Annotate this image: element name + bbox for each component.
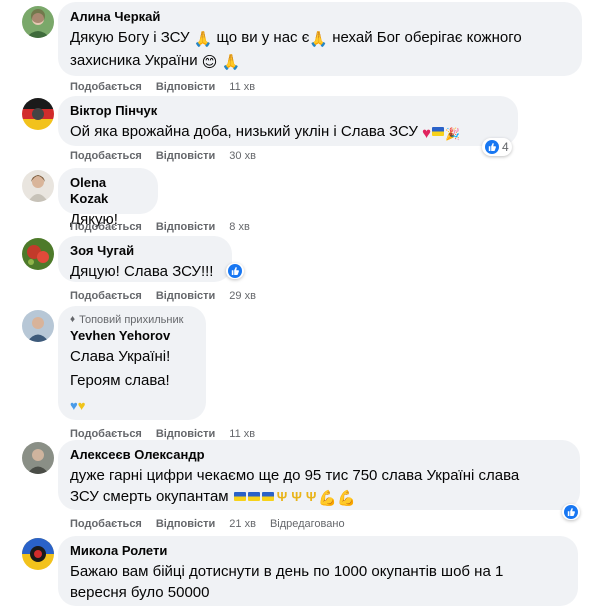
like-action[interactable]: Подобається <box>70 220 142 234</box>
reply-action[interactable]: Відповісти <box>156 427 215 441</box>
comment-time[interactable]: 30 хв <box>229 149 256 163</box>
party-popper-icon: 🎉 <box>444 127 460 141</box>
comment-author[interactable]: Віктор Пінчук <box>70 103 506 119</box>
comment-bubble: Микола Ролети Бажаю вам бійці дотиснути … <box>58 536 578 606</box>
comment-text: Дякую Богу і ЗСУ 🙏 що ви у нас є🙏 нехай … <box>70 27 570 73</box>
ukraine-flag-icon <box>431 127 444 136</box>
trident-icon: Ψ <box>305 489 317 504</box>
comment-text-part: що ви у нас є <box>216 29 310 46</box>
comment-author[interactable]: Микола Ролети <box>70 543 566 559</box>
comment-bubble: Зоя Чугай Дяцую! Слава ЗСУ!!! <box>58 236 232 282</box>
avatar-image-icon <box>22 98 54 130</box>
comment-text: Ой яка врожайна доба, низький уклін і Сл… <box>70 121 506 145</box>
reply-action[interactable]: Відповісти <box>156 149 215 163</box>
like-reaction-icon <box>564 505 578 519</box>
like-action[interactable]: Подобається <box>70 289 142 303</box>
comment-actions: Подобається Відповісти 8 хв <box>70 220 264 234</box>
trident-icon: Ψ <box>291 489 302 504</box>
like-action[interactable]: Подобається <box>70 517 142 531</box>
comment-time[interactable]: 11 хв <box>229 80 255 94</box>
comment-text-line: дуже гарні цифри чекаємо ще до 95 тис 75… <box>70 467 520 484</box>
comment-text-line: ЗСУ смерть окупантам Ψ Ψ Ψ 💪💪 <box>70 486 568 509</box>
reply-action[interactable]: Відповісти <box>156 289 215 303</box>
comment-author[interactable]: Алина Черкай <box>70 9 570 25</box>
avatar[interactable] <box>22 98 54 130</box>
comment-actions: Подобається Відповісти 21 хв Відредагова… <box>70 517 359 531</box>
like-action[interactable]: Подобається <box>70 149 142 163</box>
trident-icon: Ψ <box>276 489 288 504</box>
avatar[interactable] <box>22 310 54 342</box>
comment-author[interactable]: Зоя Чугай <box>70 243 220 259</box>
heart-icon: ♥ <box>422 125 431 142</box>
comment-text-line: Героям слава! <box>70 372 170 389</box>
comment-bubble: Алина Черкай Дякую Богу і ЗСУ 🙏 що ви у … <box>58 2 582 76</box>
flexed-biceps-icon: 💪 <box>337 490 356 507</box>
badge-label: Топовий прихильник <box>79 314 184 326</box>
yellow-heart-icon: ♥ <box>77 398 86 413</box>
comment-text-part: ЗСУ смерть окупантам <box>70 488 229 505</box>
comment-time[interactable]: 21 хв <box>229 517 256 531</box>
like-action[interactable]: Подобається <box>70 427 142 441</box>
avatar-image-icon <box>22 238 54 270</box>
comment-actions: Подобається Відповісти 29 хв <box>70 289 270 303</box>
praying-hands-icon: 🙏 <box>309 31 329 48</box>
avatar-image-icon <box>22 538 54 570</box>
praying-hands-icon: 🙏 <box>221 54 241 71</box>
avatar[interactable] <box>22 170 54 202</box>
comment-time[interactable]: 29 хв <box>229 289 256 303</box>
ukraine-flag-icon <box>261 492 274 501</box>
praying-hands-icon: 🙏 <box>193 31 213 48</box>
reply-action[interactable]: Відповісти <box>156 80 215 94</box>
reply-action[interactable]: Відповісти <box>156 517 215 531</box>
avatar[interactable] <box>22 538 54 570</box>
comment-text: Дяцую! Слава ЗСУ!!! <box>70 263 214 280</box>
comment-bubble: Olena Kozak Дякую! <box>58 168 158 228</box>
avatar-image-icon <box>22 442 54 474</box>
avatar[interactable] <box>22 6 54 38</box>
comment-text-line: Бажаю вам бійці дотиснути в день по 1000… <box>70 563 504 580</box>
comment-actions: Подобається Відповісти 11 хв <box>70 80 269 94</box>
comment-bubble: Віктор Пінчук Ой яка врожайна доба, низь… <box>58 96 518 146</box>
avatar-image-icon <box>22 170 54 202</box>
like-action[interactable]: Подобається <box>70 80 142 94</box>
avatar[interactable] <box>22 238 54 270</box>
comment-text-line: Слава Україні! <box>70 348 171 365</box>
reaction-count[interactable]: 4 <box>482 138 512 156</box>
hearts-emoji: ♥♥ <box>70 395 194 416</box>
comment-text-part: нехай Бог оберігає кожного <box>332 29 522 46</box>
comment-actions: Подобається Відповісти 11 хв <box>70 427 269 441</box>
reaction-icon-badge[interactable] <box>226 263 244 279</box>
comment-text-part: Ой яка врожайна доба, низький уклін і Сл… <box>70 123 418 140</box>
diamond-icon: ♦ <box>70 314 76 325</box>
comment-author[interactable]: Yevhen Yehorov <box>70 328 194 344</box>
avatar[interactable] <box>22 442 54 474</box>
comment-time[interactable]: 8 хв <box>229 220 250 234</box>
like-reaction-icon <box>485 140 499 154</box>
comment-time[interactable]: 11 хв <box>229 427 255 441</box>
reply-action[interactable]: Відповісти <box>156 220 215 234</box>
flexed-biceps-icon: 💪 <box>318 490 338 507</box>
smile-emoji-icon: 😊 <box>201 54 218 71</box>
comment-author[interactable]: Olena Kozak <box>70 175 146 207</box>
comment-author[interactable]: Алексеєв Олександр <box>70 447 568 463</box>
top-fan-badge: ♦ Топовий прихильник <box>70 313 194 327</box>
comment-text-part: Дякую Богу і ЗСУ <box>70 29 190 46</box>
like-reaction-icon <box>228 264 242 278</box>
reaction-number: 4 <box>502 140 509 154</box>
edited-label[interactable]: Відредаговано <box>270 517 345 531</box>
avatar-image-icon <box>22 6 54 38</box>
comment-actions: Подобається Відповісти 30 хв <box>70 149 270 163</box>
reaction-icon-badge[interactable] <box>562 504 580 520</box>
comment-text-part: захисника України <box>70 52 198 69</box>
comment-bubble: ♦ Топовий прихильник Yevhen Yehorov Слава… <box>58 306 206 420</box>
blue-heart-icon: ♥ <box>70 398 78 413</box>
ukraine-flag-icon <box>247 492 260 501</box>
comment-bubble: Алексеєв Олександр дуже гарні цифри чека… <box>58 440 580 510</box>
avatar-image-icon <box>22 310 54 342</box>
ukraine-flag-icon <box>233 492 246 501</box>
